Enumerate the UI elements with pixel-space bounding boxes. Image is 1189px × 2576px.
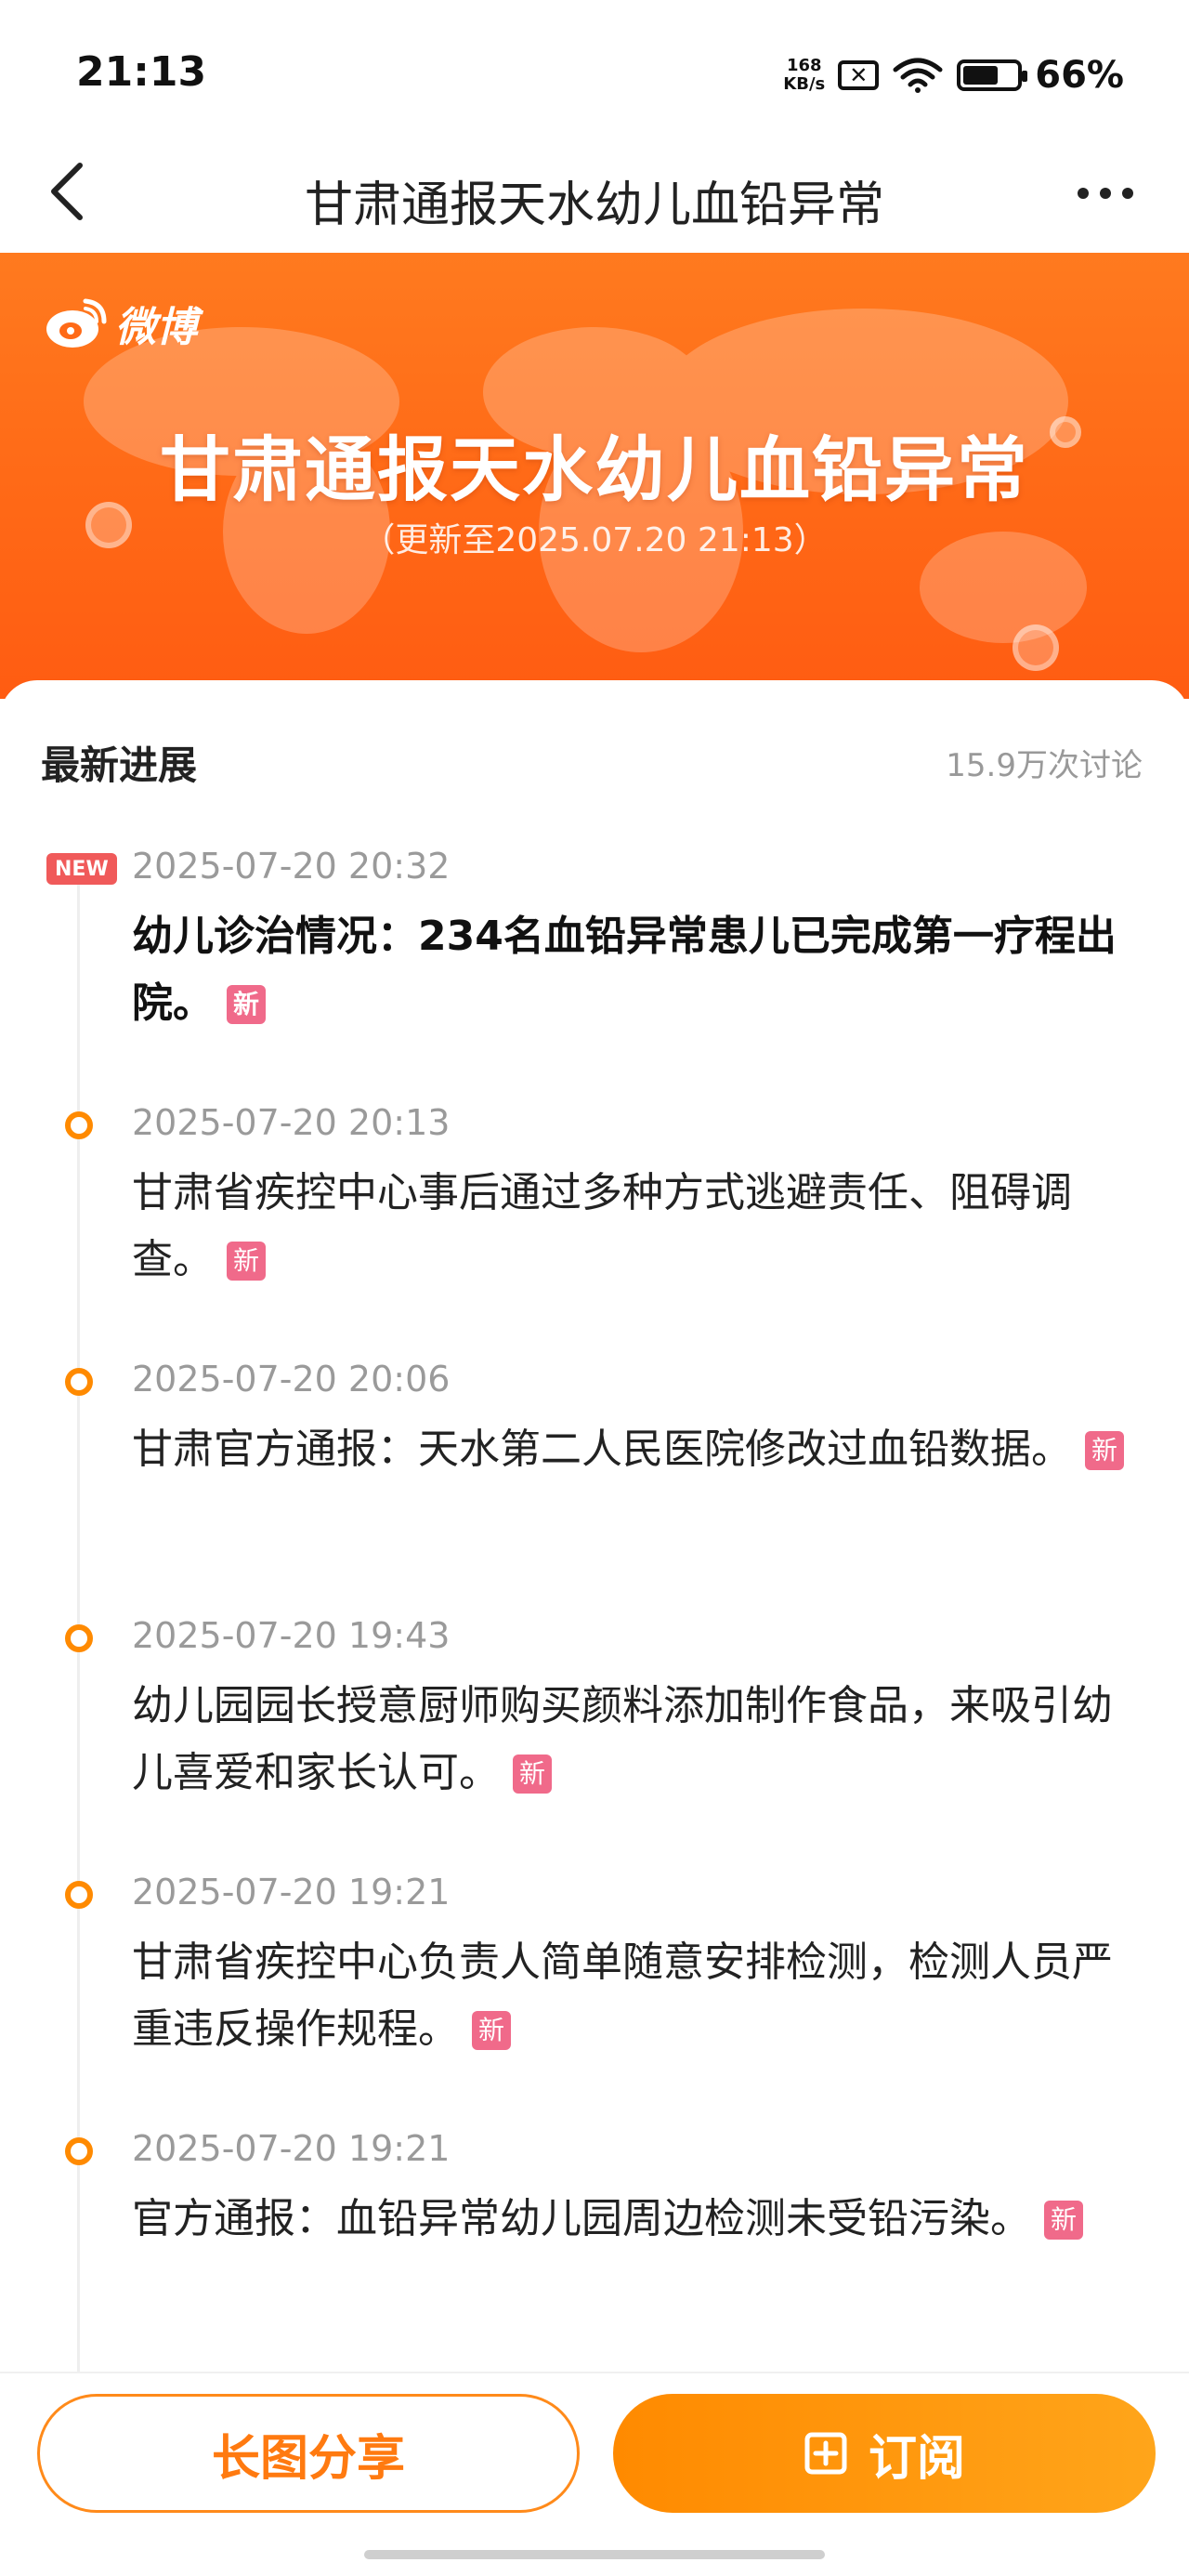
timeline-dot-icon: [65, 2137, 93, 2165]
entry-text-content: 官方通报：血铅异常幼儿园周边检测未受铅污染。: [132, 2195, 1031, 2242]
home-indicator[interactable]: [364, 2550, 825, 2559]
status-time: 21:13: [76, 48, 207, 96]
battery-percentage: 66%: [1035, 54, 1124, 97]
new-tag: 新: [1085, 1431, 1124, 1470]
entry-text: 幼儿园园长授意厨师购买颜料添加制作食品，来吸引幼儿喜爱和家长认可。新: [132, 1673, 1144, 1807]
topic-banner: 微博 甘肃通报天水幼儿血铅异常 （更新至2025.07.20 21:13）: [0, 253, 1189, 699]
battery-icon: [957, 59, 1028, 91]
entry-time: 2025-07-20 20:06: [132, 1359, 451, 1400]
entry-text: 幼儿诊治情况：234名血铅异常患儿已完成第一疗程出院。新: [132, 903, 1144, 1037]
entry-text-content: 甘肃官方通报：天水第二人民医院修改过血铅数据。: [132, 1426, 1072, 1473]
entry-text: 官方通报：血铅异常幼儿园周边检测未受铅污染。新: [132, 2186, 1144, 2253]
banner-update-time: （更新至2025.07.20 21:13）: [361, 521, 828, 559]
section-title: 最新进展: [41, 742, 198, 788]
new-tag: 新: [513, 1755, 552, 1794]
weibo-logo-text: 微博: [115, 304, 197, 351]
network-speed-unit: KB/s: [783, 74, 826, 94]
new-tag: 新: [472, 2011, 511, 2050]
new-tag: 新: [227, 1242, 266, 1281]
entry-time: 2025-07-20 19:43: [132, 1615, 451, 1656]
timeline-dot-icon: [65, 1881, 93, 1909]
wifi-icon: [893, 58, 943, 93]
status-icons: 168 KB/s ✕ 66%: [783, 54, 1124, 97]
timeline-dot-icon: [65, 1624, 93, 1652]
map-hotspot: [1013, 624, 1059, 671]
banner-title: 甘肃通报天水幼儿血铅异常: [160, 428, 1029, 511]
more-dot-icon: [1122, 188, 1133, 199]
network-speed: 168 KB/s: [783, 57, 825, 94]
section-header: 最新进展 15.9万次讨论: [41, 734, 1143, 790]
weibo-logo: 微博: [43, 294, 197, 353]
entry-text: 甘肃官方通报：天水第二人民医院修改过血铅数据。新: [132, 1416, 1144, 1483]
entry-text-content: 幼儿诊治情况：234名血铅异常患儿已完成第一疗程出院。: [132, 913, 1117, 1027]
sim-off-icon: ✕: [838, 60, 880, 90]
entry-text-content: 幼儿园园长授意厨师购买颜料添加制作食品，来吸引幼儿喜爱和家长认可。: [132, 1682, 1113, 1796]
new-tag: 新: [1044, 2201, 1083, 2240]
timeline-dot-icon: [65, 1368, 93, 1396]
status-bar: 21:13 168 KB/s ✕ 66%: [0, 0, 1189, 149]
bottom-action-bar: 长图分享 订阅: [0, 2372, 1189, 2576]
more-dot-icon: [1100, 188, 1111, 199]
more-options-button[interactable]: [1059, 165, 1152, 221]
discussion-count: 15.9万次讨论: [946, 746, 1143, 784]
subscribe-plus-icon: [804, 2432, 847, 2475]
nav-bar: 甘肃通报天水幼儿血铅异常: [0, 149, 1189, 253]
entry-time: 2025-07-20 19:21: [132, 1872, 451, 1912]
long-image-share-button[interactable]: 长图分享: [37, 2394, 580, 2513]
entry-text-content: 甘肃省疾控中心负责人简单随意安排检测，检测人员严重违反操作规程。: [132, 1939, 1113, 2053]
entry-time: 2025-07-20 20:32: [132, 846, 451, 887]
timeline-card: 最新进展 15.9万次讨论 NEW 2025-07-20 20:32 幼儿诊治情…: [0, 680, 1189, 2372]
network-speed-value: 168: [786, 56, 822, 75]
timeline-dot-icon: [65, 1111, 93, 1139]
more-dot-icon: [1078, 188, 1089, 199]
new-badge: NEW: [46, 853, 117, 885]
new-tag: 新: [227, 985, 266, 1024]
entry-text: 甘肃省疾控中心事后通过多种方式逃避责任、阻碍调查。新: [132, 1160, 1144, 1294]
entry-text: 甘肃省疾控中心负责人简单随意安排检测，检测人员严重违反操作规程。新: [132, 1929, 1144, 2063]
page-title: 甘肃通报天水幼儿血铅异常: [304, 177, 884, 233]
entry-text-content: 甘肃省疾控中心事后通过多种方式逃避责任、阻碍调查。: [132, 1169, 1072, 1283]
weibo-eye-icon: [46, 298, 107, 348]
entry-time: 2025-07-20 20:13: [132, 1102, 451, 1143]
subscribe-button[interactable]: 订阅: [613, 2394, 1156, 2513]
entry-time: 2025-07-20 19:21: [132, 2128, 451, 2169]
battery-fill: [963, 66, 999, 85]
subscribe-label: 订阅: [868, 2430, 965, 2487]
